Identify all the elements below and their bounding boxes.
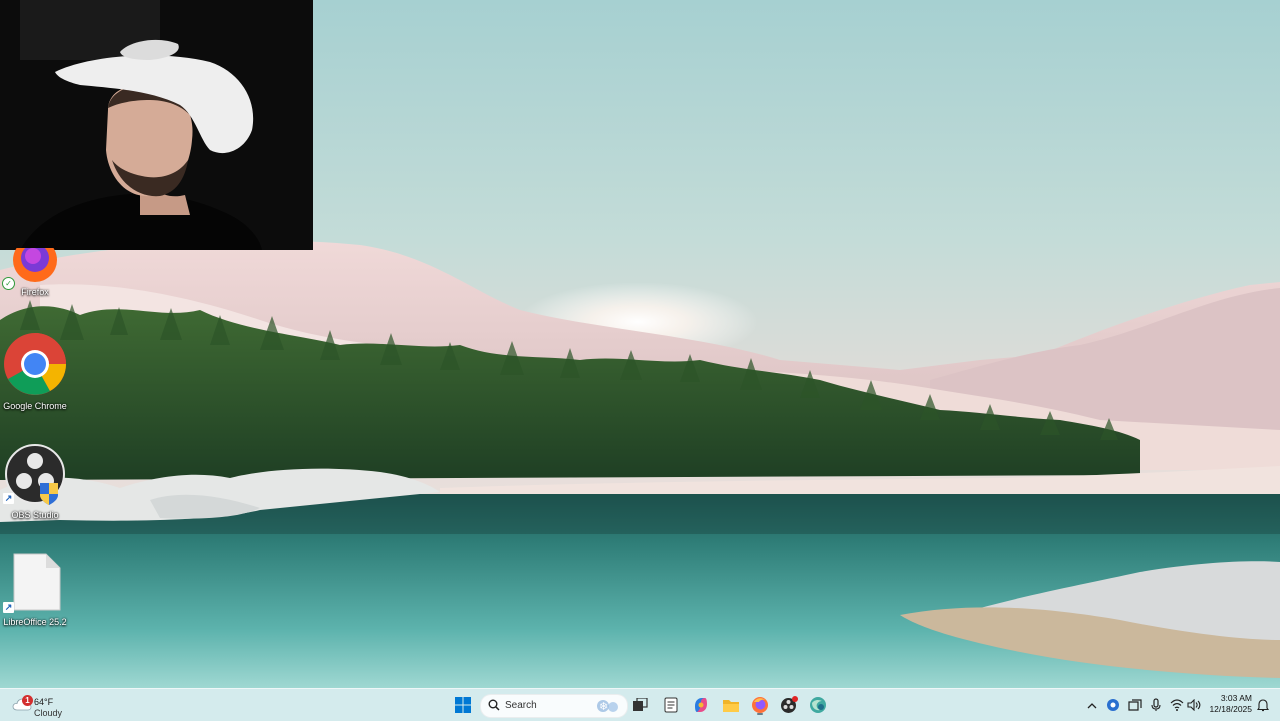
- desktop-icon-obs-studio[interactable]: ↗ OBS Studio: [0, 443, 70, 521]
- system-clock[interactable]: 3:03 AM 12/18/2025: [1206, 693, 1252, 715]
- tray-onedrive[interactable]: [1126, 695, 1144, 715]
- windows-start-icon: [455, 697, 471, 713]
- tray-microphone[interactable]: [1147, 695, 1165, 715]
- desktop-icon-label: Google Chrome: [3, 401, 67, 411]
- copilot-icon: [695, 698, 707, 712]
- weather-condition: Cloudy: [34, 708, 63, 718]
- onedrive-icon: [1128, 699, 1142, 711]
- shortcut-arrow-icon: ↗: [3, 493, 14, 504]
- svg-text:❄: ❄: [599, 700, 608, 713]
- obs-icon: [781, 696, 798, 713]
- taskbar-task-view[interactable]: [628, 694, 652, 716]
- tray-volume[interactable]: [1185, 695, 1203, 715]
- task-view-icon: [633, 698, 648, 711]
- desktop-icon-label: OBS Studio: [11, 510, 59, 520]
- taskbar: 1 64°F Cloudy Search ❄ 3:03 AM 12/18/202…: [0, 688, 1280, 721]
- weather-temperature: 64°F: [34, 697, 54, 707]
- desktop-icon-google-chrome[interactable]: Google Chrome: [0, 332, 70, 412]
- search-placeholder: Search: [505, 700, 537, 711]
- taskbar-obs-studio[interactable]: [777, 694, 801, 716]
- globe-icon: [810, 697, 826, 713]
- search-icon: [488, 699, 500, 711]
- desktop-icon-label: LibreOffice 25.2: [3, 617, 67, 627]
- firefox-icon: [752, 697, 768, 713]
- speaker-icon: [1187, 699, 1201, 711]
- tray-network[interactable]: [1168, 695, 1186, 715]
- sync-check-icon: ✓: [2, 277, 15, 290]
- snowflake-highlight-icon: ❄: [597, 700, 618, 713]
- taskbar-edge-dev[interactable]: [806, 694, 830, 716]
- wifi-icon: [1170, 699, 1184, 711]
- desktop-icon-firefox[interactable]: ✓ Firefox: [0, 238, 70, 298]
- clock-date: 12/18/2025: [1209, 704, 1252, 714]
- start-button[interactable]: [451, 694, 475, 716]
- taskbar-firefox[interactable]: [748, 694, 772, 716]
- taskbar-notepad[interactable]: [659, 694, 683, 716]
- tray-meet-now[interactable]: [1104, 695, 1122, 715]
- tray-notifications[interactable]: [1254, 695, 1272, 715]
- weather-alert-badge: 1: [22, 695, 33, 706]
- chrome-icon: [4, 333, 66, 395]
- shortcut-arrow-icon: ↗: [3, 602, 14, 613]
- tray-overflow[interactable]: [1083, 695, 1101, 715]
- notepad-icon: [664, 697, 678, 713]
- taskbar-file-explorer[interactable]: [719, 694, 743, 716]
- clock-time: 3:03 AM: [1220, 693, 1252, 703]
- chevron-up-icon: [1087, 702, 1097, 708]
- notification-bell-icon: [1257, 698, 1269, 711]
- taskbar-search-box[interactable]: Search ❄: [480, 694, 628, 718]
- microphone-icon: [1151, 698, 1161, 711]
- desktop-icon-libreoffice[interactable]: ↗ LibreOffice 25.2: [0, 552, 70, 628]
- active-app-indicator: [757, 713, 763, 715]
- meet-now-icon: [1107, 699, 1119, 711]
- taskbar-copilot[interactable]: [689, 694, 713, 716]
- weather-widget[interactable]: 1 64°F Cloudy: [10, 693, 90, 718]
- folder-icon: [723, 699, 739, 712]
- webcam-overlay: [0, 0, 313, 250]
